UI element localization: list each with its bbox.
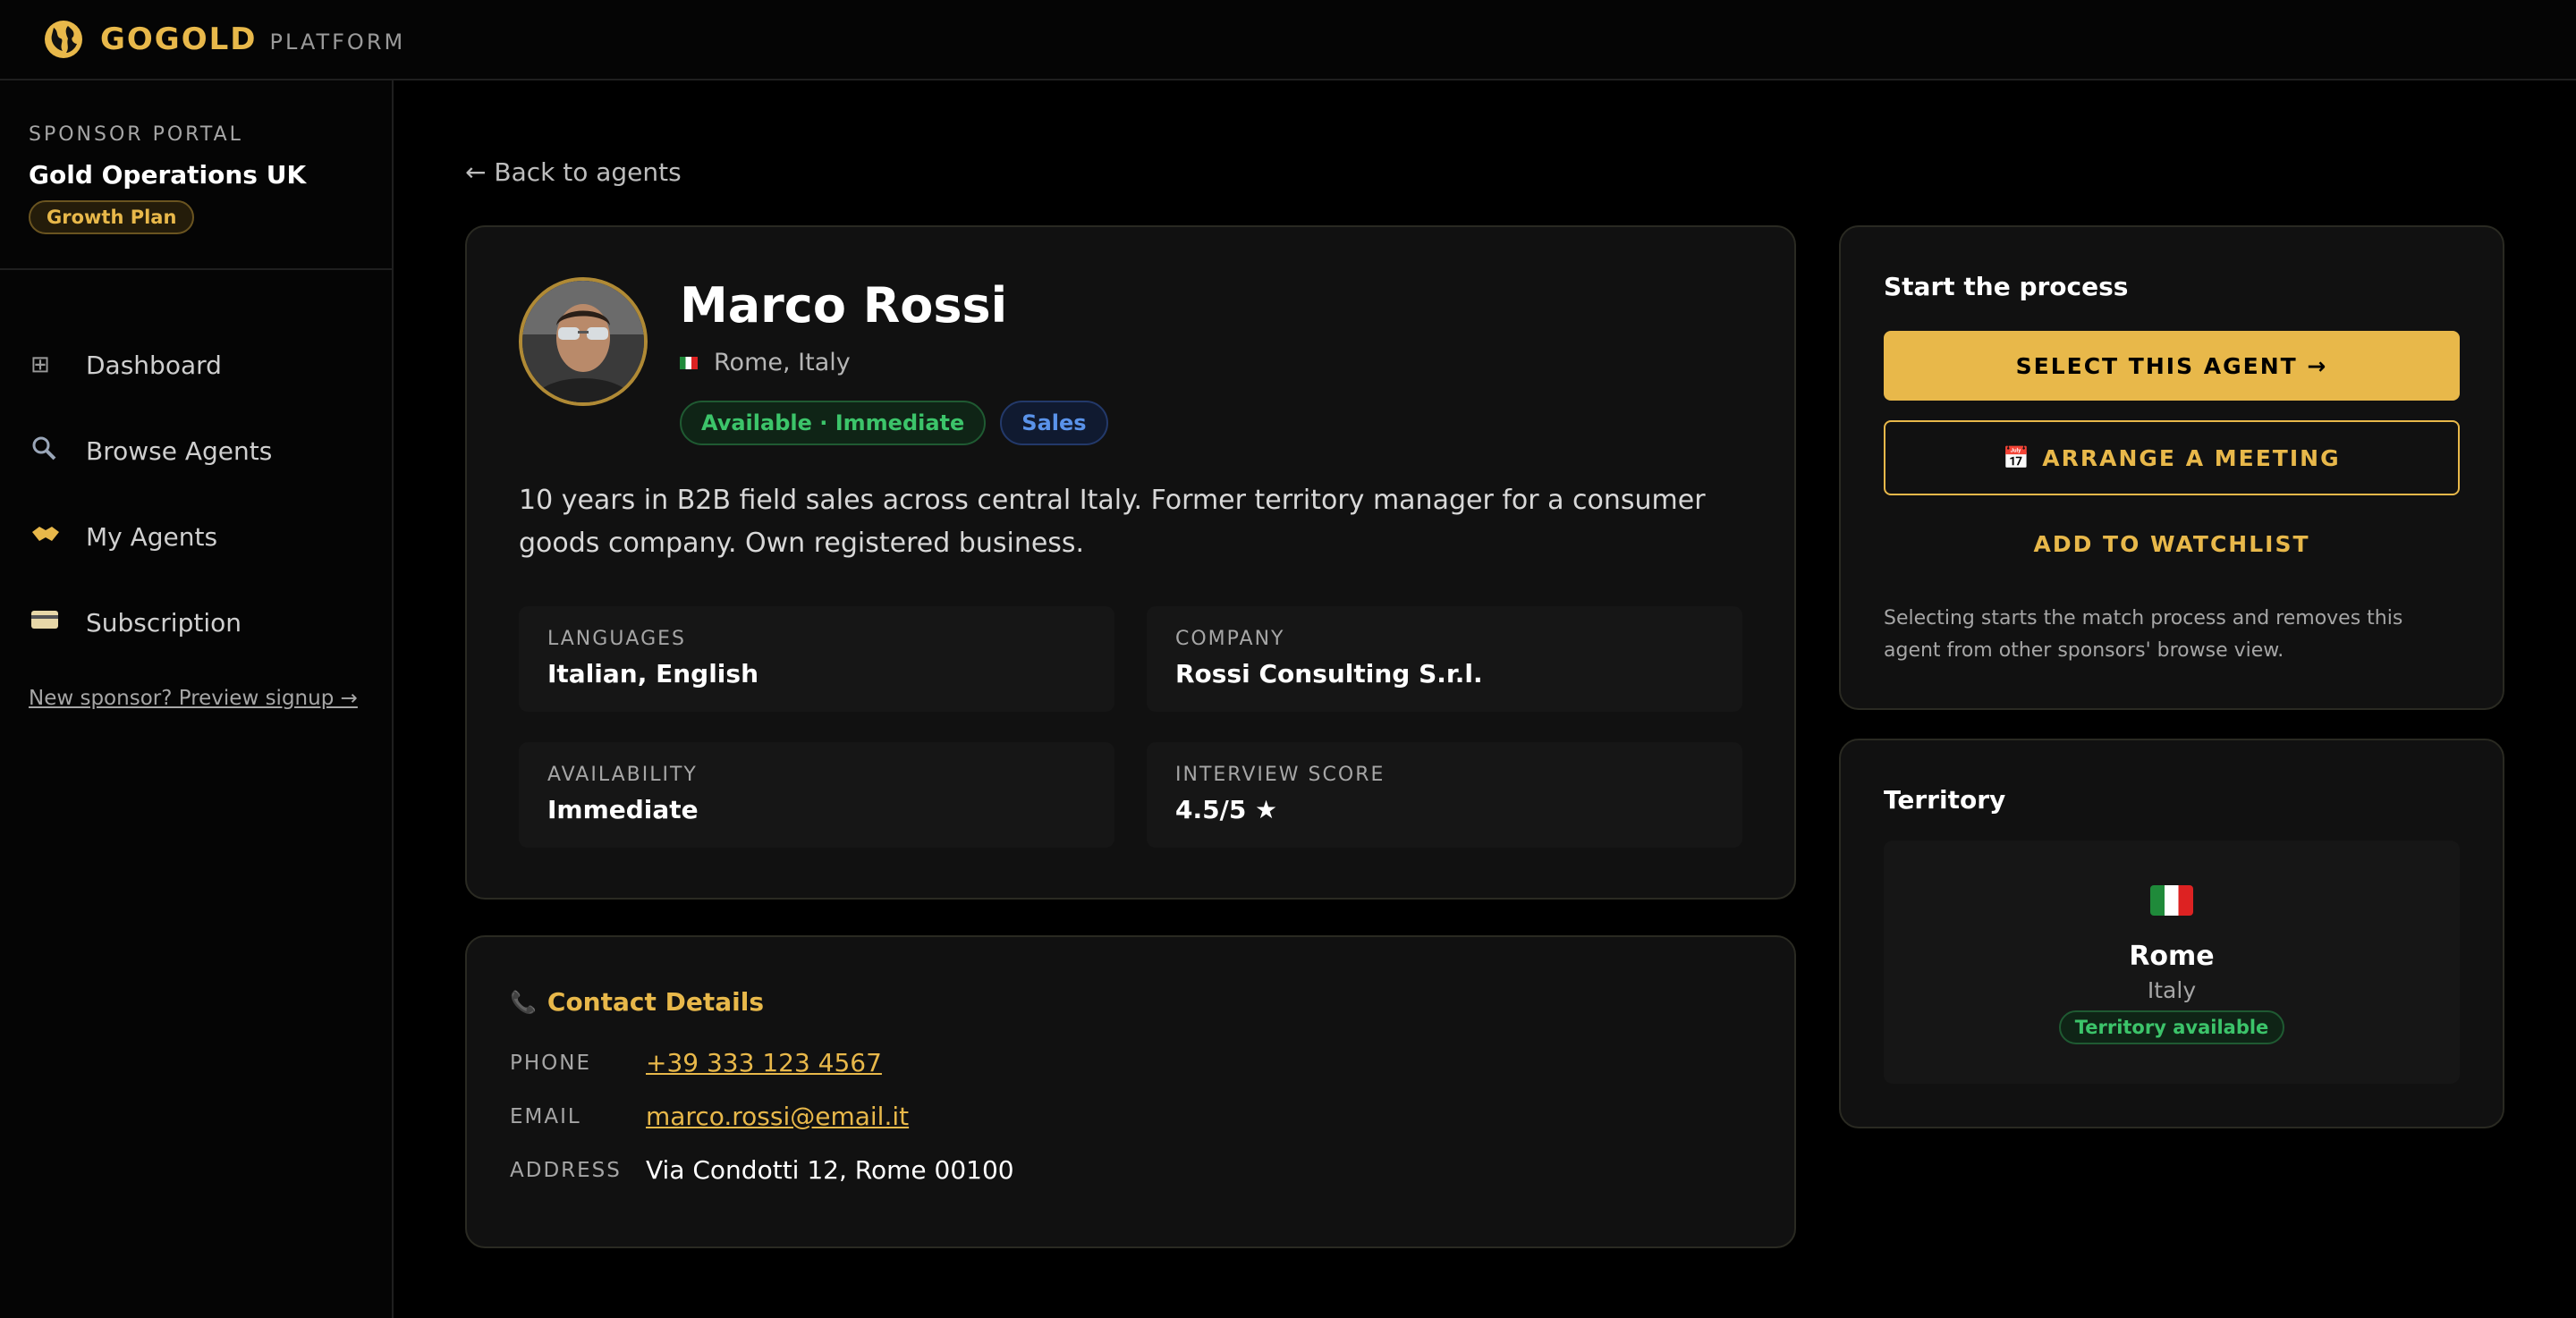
- back-to-agents-link[interactable]: ← Back to agents: [465, 157, 682, 187]
- select-agent-button[interactable]: SELECT THIS AGENT →: [1884, 331, 2460, 401]
- sidebar: SPONSOR PORTAL Gold Operations UK Growth…: [0, 80, 394, 1318]
- globe-logo-icon: [45, 21, 82, 58]
- email-link[interactable]: marco.rossi@email.it: [646, 1102, 909, 1131]
- info-value: 4.5/5 ★: [1175, 795, 1278, 824]
- agent-profile-card: Marco Rossi Rome, Italy Available · Imme…: [465, 225, 1796, 900]
- phone-icon: 📞: [510, 989, 537, 1015]
- top-bar: GOGOLD PLATFORM: [0, 0, 2576, 80]
- credit-card-icon: [30, 609, 70, 637]
- availability-badge: Available · Immediate: [680, 401, 987, 445]
- address-label: ADDRESS: [510, 1158, 622, 1182]
- contact-title-row: 📞 Contact Details: [510, 987, 764, 1017]
- contact-details-card: 📞 Contact Details PHONE +39 333 123 4567…: [465, 935, 1796, 1248]
- info-languages: LANGUAGES Italian, English: [519, 606, 1114, 712]
- sidebar-item-my-agents[interactable]: My Agents: [0, 494, 392, 579]
- org-name: Gold Operations UK: [29, 160, 307, 190]
- phone-link[interactable]: +39 333 123 4567: [646, 1048, 882, 1077]
- sidebar-item-label: Browse Agents: [86, 435, 273, 466]
- info-label: INTERVIEW SCORE: [1175, 764, 1385, 786]
- sidebar-item-label: My Agents: [86, 521, 218, 552]
- info-label: AVAILABILITY: [547, 764, 698, 786]
- contact-phone-row: PHONE +39 333 123 4567: [510, 1048, 882, 1077]
- avatar: [519, 277, 648, 406]
- agent-badges: Available · Immediate Sales: [680, 401, 1123, 445]
- brand-sub: PLATFORM: [269, 30, 406, 55]
- agent-location-text: Rome, Italy: [714, 349, 851, 376]
- contact-address-row: ADDRESS Via Condotti 12, Rome 00100: [510, 1155, 1014, 1185]
- contact-title: Contact Details: [547, 987, 764, 1017]
- sidebar-item-label: Dashboard: [86, 350, 222, 380]
- info-company: COMPANY Rossi Consulting S.r.l.: [1147, 606, 1742, 712]
- territory-city: Rome: [2129, 941, 2215, 972]
- email-label: EMAIL: [510, 1104, 581, 1128]
- address-value: Via Condotti 12, Rome 00100: [646, 1155, 1014, 1185]
- brand-name: GOGOLD: [100, 21, 258, 57]
- phone-label: PHONE: [510, 1051, 592, 1075]
- territory-box: Rome Italy Territory available: [1884, 841, 2460, 1084]
- info-value: Italian, English: [547, 659, 759, 689]
- sidebar-item-dashboard[interactable]: ⊞ Dashboard: [0, 322, 392, 408]
- handshake-icon: [30, 523, 70, 551]
- grid-icon: ⊞: [30, 351, 50, 378]
- territory-title: Territory: [1884, 785, 2006, 815]
- signup-link[interactable]: New sponsor? Preview signup →: [29, 687, 392, 710]
- sidebar-item-subscription[interactable]: Subscription: [0, 579, 392, 665]
- italy-flag-icon: [680, 356, 698, 369]
- add-to-watchlist-button[interactable]: ADD TO WATCHLIST: [1884, 531, 2460, 557]
- territory-country: Italy: [2147, 977, 2197, 1003]
- start-process-card: Start the process SELECT THIS AGENT → 📅 …: [1839, 225, 2504, 710]
- sidebar-header: SPONSOR PORTAL Gold Operations UK Growth…: [0, 80, 392, 270]
- sidebar-item-label: Subscription: [86, 607, 242, 638]
- contact-email-row: EMAIL marco.rossi@email.it: [510, 1102, 909, 1131]
- info-value: Immediate: [547, 795, 699, 824]
- magnifier-icon: [30, 435, 70, 468]
- sidebar-item-browse-agents[interactable]: Browse Agents: [0, 408, 392, 494]
- arrange-meeting-label: ARRANGE A MEETING: [2042, 444, 2341, 471]
- info-label: COMPANY: [1175, 628, 1285, 650]
- italy-flag-icon: [2150, 885, 2193, 916]
- calendar-icon: 📅: [2003, 445, 2032, 470]
- info-value: Rossi Consulting S.r.l.: [1175, 659, 1483, 689]
- agent-name: Marco Rossi: [680, 277, 1008, 334]
- process-note: Selecting starts the match process and r…: [1884, 607, 2403, 662]
- process-title: Start the process: [1884, 272, 2129, 301]
- agent-bio: 10 years in B2B field sales across centr…: [519, 485, 1706, 559]
- agent-location: Rome, Italy: [680, 349, 851, 376]
- info-availability: AVAILABILITY Immediate: [519, 742, 1114, 848]
- territory-status-badge: Territory available: [2058, 1010, 2285, 1044]
- territory-card: Territory Rome Italy Territory available: [1839, 739, 2504, 1128]
- plan-badge: Growth Plan: [29, 200, 195, 234]
- info-interview-score: INTERVIEW SCORE 4.5/5 ★: [1147, 742, 1742, 848]
- arrange-meeting-button[interactable]: 📅 ARRANGE A MEETING: [1884, 420, 2460, 495]
- category-badge: Sales: [1000, 401, 1108, 445]
- sidebar-nav: ⊞ Dashboard Browse Agents My Agents Subs…: [0, 270, 392, 665]
- info-label: LANGUAGES: [547, 628, 686, 650]
- portal-label: SPONSOR PORTAL: [29, 123, 243, 146]
